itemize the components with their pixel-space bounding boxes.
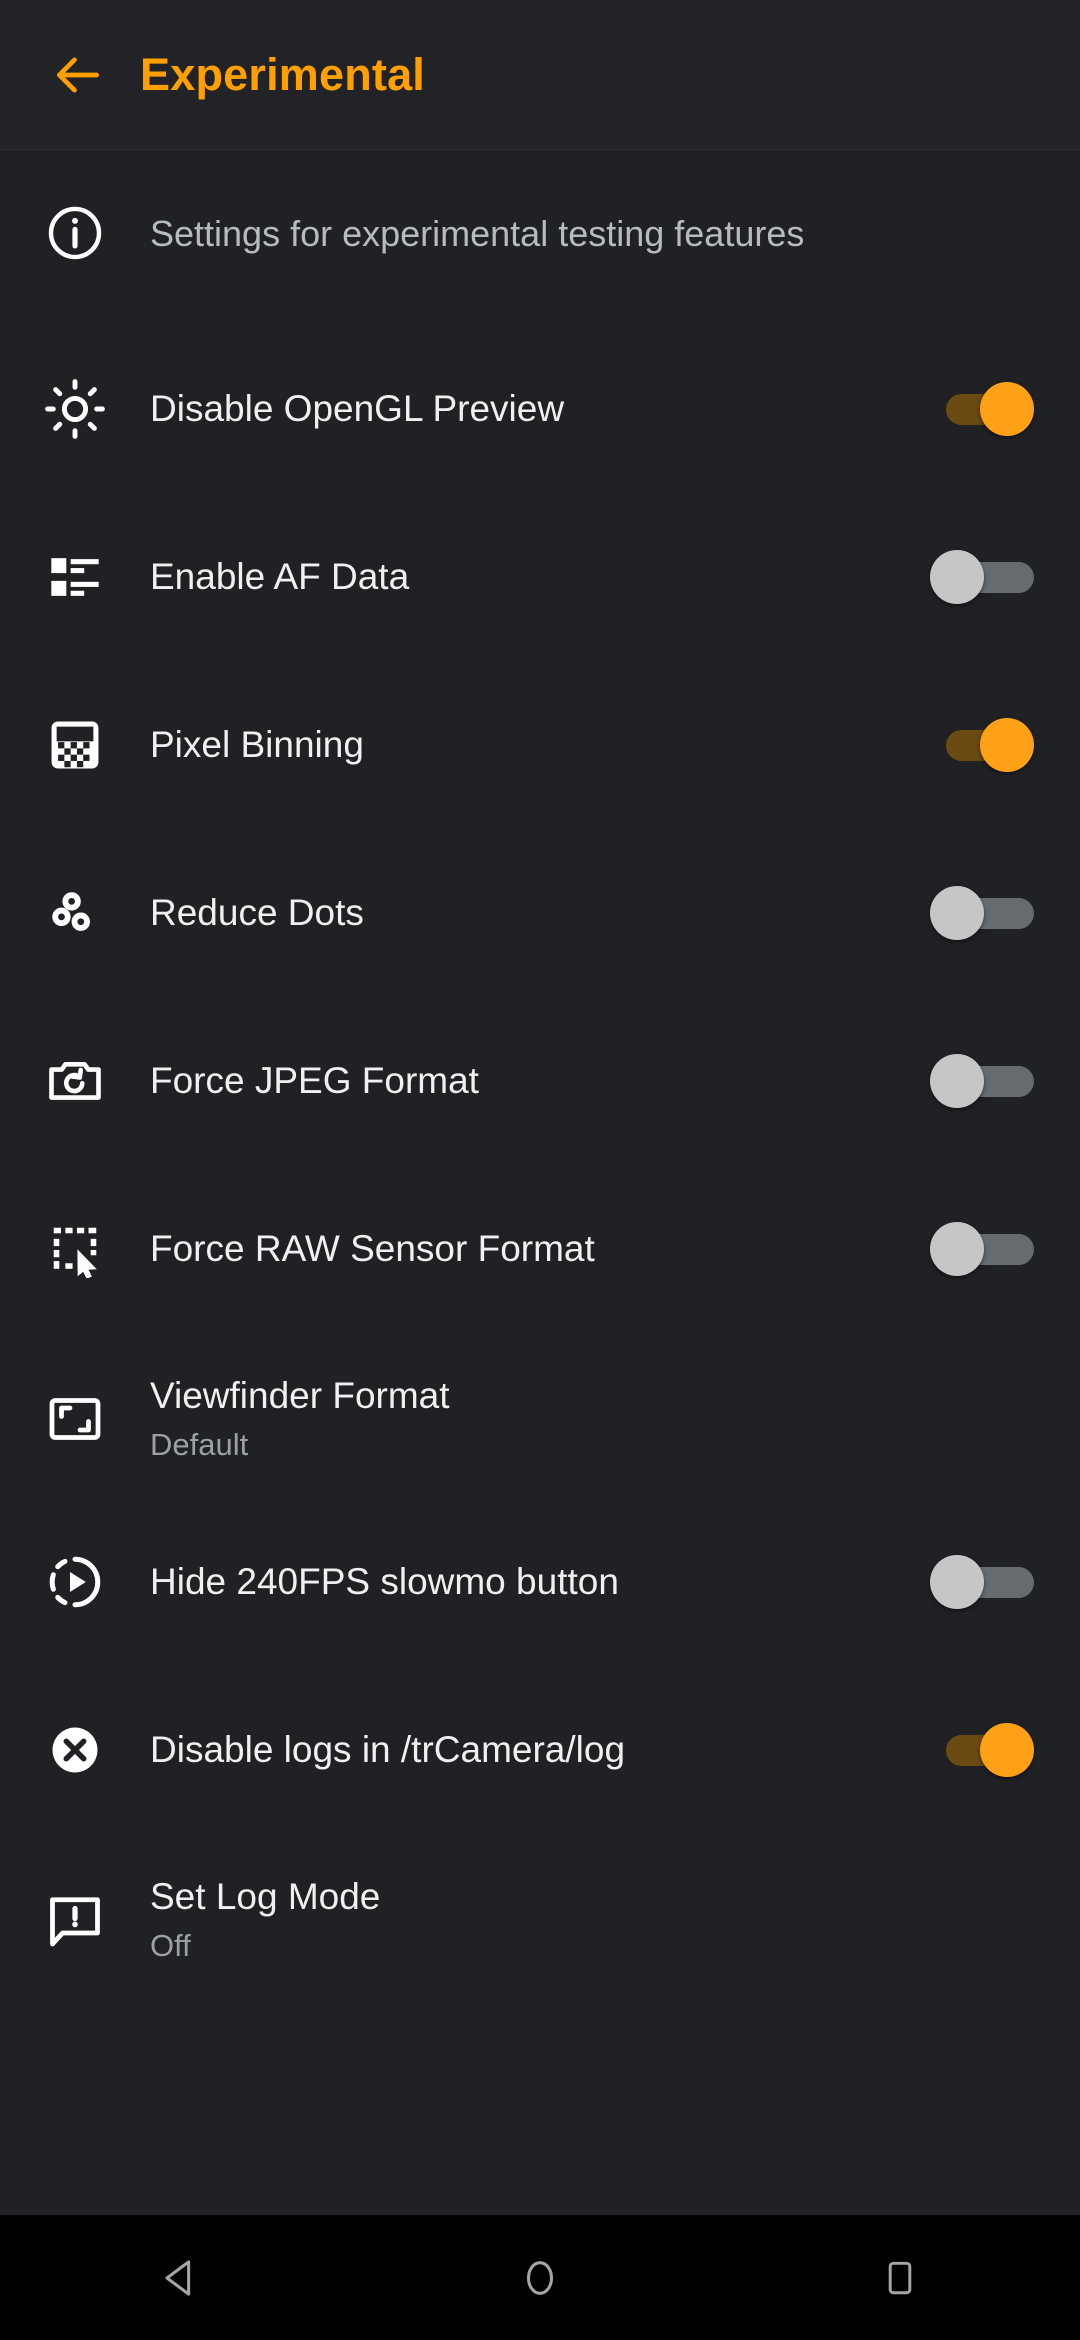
top-spacer — [0, 151, 1080, 169]
nav-recents-square-icon — [879, 2257, 921, 2299]
info-row: Settings for experimental testing featur… — [0, 169, 1080, 297]
setting-title: Disable logs in /trCamera/log — [150, 1728, 626, 1770]
toggle-disable-opengl-preview[interactable] — [930, 381, 1034, 436]
switch-thumb — [980, 1722, 1034, 1777]
setting-title: Reduce Dots — [150, 891, 364, 933]
nav-back-triangle-icon — [157, 2255, 203, 2301]
setting-title: Enable AF Data — [150, 555, 410, 597]
setting-row-reduce-dots[interactable]: Reduce Dots — [0, 856, 1080, 969]
selection-cursor-icon — [0, 1192, 150, 1305]
toggle-pixel-binning[interactable] — [930, 717, 1034, 772]
settings-list: Settings for experimental testing featur… — [0, 151, 1080, 2215]
setting-row-disable-logs[interactable]: Disable logs in /trCamera/log — [0, 1693, 1080, 1806]
setting-row-pixel-binning[interactable]: Pixel Binning — [0, 688, 1080, 801]
toggle-hide-240fps-slowmo-button[interactable] — [930, 1554, 1034, 1609]
setting-title: Disable OpenGL Preview — [150, 387, 565, 429]
nav-back-button[interactable] — [90, 2215, 270, 2340]
android-navigation-bar — [0, 2215, 1080, 2340]
app-bar: Experimental — [0, 0, 1080, 150]
toggle-reduce-dots[interactable] — [930, 885, 1034, 940]
toggle-force-jpeg-format[interactable] — [930, 1053, 1034, 1108]
setting-title: Force JPEG Format — [150, 1059, 479, 1101]
setting-title: Force RAW Sensor Format — [150, 1227, 595, 1269]
setting-row-set-log-mode[interactable]: Set Log Mode Off — [0, 1856, 1080, 1984]
toggle-force-raw-sensor-format[interactable] — [930, 1221, 1034, 1276]
page-title: Experimental — [140, 48, 426, 100]
setting-row-viewfinder-format[interactable]: Viewfinder Format Default — [0, 1355, 1080, 1483]
arrow-back-icon — [50, 47, 106, 103]
toggle-disable-logs[interactable] — [930, 1722, 1034, 1777]
slow-motion-icon — [0, 1525, 150, 1638]
fit-screen-icon — [0, 1355, 150, 1483]
switch-thumb — [930, 885, 984, 940]
switch-thumb — [930, 1554, 984, 1609]
setting-row-enable-af-data[interactable]: Enable AF Data — [0, 520, 1080, 633]
info-description: Settings for experimental testing featur… — [150, 212, 805, 254]
switch-thumb — [930, 549, 984, 604]
switch-thumb — [980, 381, 1034, 436]
setting-title: Pixel Binning — [150, 723, 364, 765]
cancel-circle-icon — [0, 1693, 150, 1806]
switch-thumb — [980, 717, 1034, 772]
feedback-bubble-icon — [0, 1856, 150, 1984]
setting-title: Hide 240FPS slowmo button — [150, 1560, 619, 1602]
view-list-icon — [0, 520, 150, 633]
switch-thumb — [930, 1221, 984, 1276]
setting-row-force-jpeg-format[interactable]: Force JPEG Format — [0, 1024, 1080, 1137]
setting-row-disable-opengl-preview[interactable]: Disable OpenGL Preview — [0, 352, 1080, 465]
nav-home-button[interactable] — [450, 2215, 630, 2340]
checkerboard-grid-icon — [0, 688, 150, 801]
setting-subtitle: Default — [150, 1426, 249, 1462]
nav-home-circle-icon — [517, 2255, 563, 2301]
info-circle-icon — [0, 169, 150, 297]
brightness-sun-icon — [0, 352, 150, 465]
back-button[interactable] — [22, 19, 134, 131]
nav-recents-button[interactable] — [810, 2215, 990, 2340]
three-dots-icon — [0, 856, 150, 969]
setting-row-force-raw-sensor-format[interactable]: Force RAW Sensor Format — [0, 1192, 1080, 1305]
switch-thumb — [930, 1053, 984, 1108]
camera-refresh-icon — [0, 1024, 150, 1137]
setting-title: Viewfinder Format — [150, 1374, 450, 1416]
setting-row-hide-240fps-slowmo-button[interactable]: Hide 240FPS slowmo button — [0, 1525, 1080, 1638]
setting-title: Set Log Mode — [150, 1875, 381, 1917]
toggle-enable-af-data[interactable] — [930, 549, 1034, 604]
setting-subtitle: Off — [150, 1927, 191, 1963]
